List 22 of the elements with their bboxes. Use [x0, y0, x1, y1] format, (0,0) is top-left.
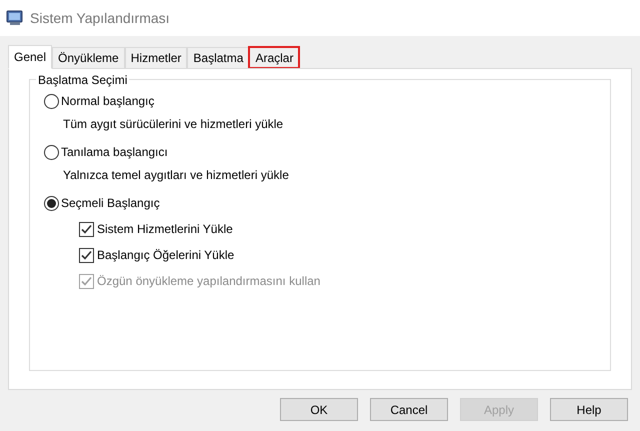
option-description: Tüm aygıt sürücülerini ve hizmetleri yükle — [63, 116, 284, 133]
tab[interactable]: Genel — [8, 45, 52, 69]
radio-button[interactable] — [44, 94, 59, 108]
radio-option[interactable]: Tanılama başlangıcı — [44, 141, 168, 163]
radio-button[interactable] — [44, 144, 59, 160]
tab[interactable]: Başlatma — [187, 47, 250, 68]
checkbox-option[interactable]: Sistem Hizmetlerini Yükle — [79, 218, 233, 240]
radio-option[interactable]: Seçmeli Başlangıç — [44, 192, 160, 214]
checkbox[interactable] — [79, 248, 94, 262]
tab[interactable]: Önyükleme — [52, 47, 125, 68]
tab[interactable]: Araçlar — [249, 47, 300, 68]
computer-icon — [6, 10, 24, 26]
dialog-button[interactable]: Cancel — [370, 398, 448, 421]
radio-option[interactable]: Normal başlangıç — [44, 90, 154, 112]
window-title: Sistem Yapılandırması — [30, 8, 170, 28]
dialog-button[interactable]: OK — [280, 398, 358, 421]
radio-button[interactable] — [44, 196, 59, 210]
dialog-button[interactable]: Help — [550, 398, 628, 421]
tab[interactable]: Hizmetler — [124, 47, 188, 68]
checkbox-option[interactable]: Başlangıç Öğelerini Yükle — [79, 244, 234, 266]
option-description: Yalnızca temel aygıtları ve hizmetleri yükle — [63, 167, 289, 184]
checkbox[interactable] — [79, 222, 94, 236]
